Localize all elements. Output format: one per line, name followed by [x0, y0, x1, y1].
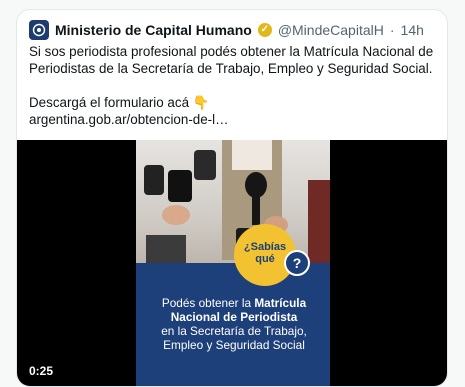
bubble-line: ¿Sabías — [243, 241, 287, 253]
tweet-card[interactable]: Ministerio de Capital Humano ✓ @MindeCap… — [16, 9, 448, 387]
message-text: Empleo y Seguridad Social — [163, 338, 305, 352]
verified-badge-icon: ✓ — [257, 23, 272, 37]
tweet-link[interactable]: argentina.gob.ar/obtencion-de-l… — [29, 111, 439, 128]
timestamp[interactable]: 14h — [401, 21, 424, 39]
tweet-header: Ministerio de Capital Humano ✓ @MindeCap… — [29, 20, 424, 40]
tweet-text: Si sos periodista profesional podés obte… — [29, 43, 439, 128]
message-text: en la Secretaría de Trabajo, — [161, 324, 307, 338]
text-line: Descargá el formulario acá 👇 — [29, 95, 210, 110]
author-name[interactable]: Ministerio de Capital Humano — [55, 21, 252, 39]
emblem-icon — [32, 23, 46, 37]
video-poster: ¿Sabías qué ? Podés obtener la Matrícula… — [136, 140, 330, 386]
question-icon: ? — [284, 250, 310, 276]
video-timestamp: 0:25 — [29, 364, 54, 378]
text-line: Periodistas de la Secretaría de Trabajo,… — [29, 61, 433, 76]
text-line: Si sos periodista profesional podés obte… — [29, 44, 434, 59]
author-handle[interactable]: @MindeCapitalH — [278, 21, 384, 39]
message-bold: Matrícula — [254, 296, 307, 310]
video-player[interactable]: ¿Sabías qué ? Podés obtener la Matrícula… — [17, 140, 447, 386]
video-message: Podés obtener la Matrícula Nacional de P… — [144, 296, 324, 352]
message-bold: Nacional de Periodista — [170, 310, 298, 324]
message-text: Podés obtener la — [161, 296, 255, 310]
separator: · — [389, 22, 395, 38]
avatar[interactable] — [29, 20, 49, 40]
bubble-line: qué — [255, 253, 275, 265]
